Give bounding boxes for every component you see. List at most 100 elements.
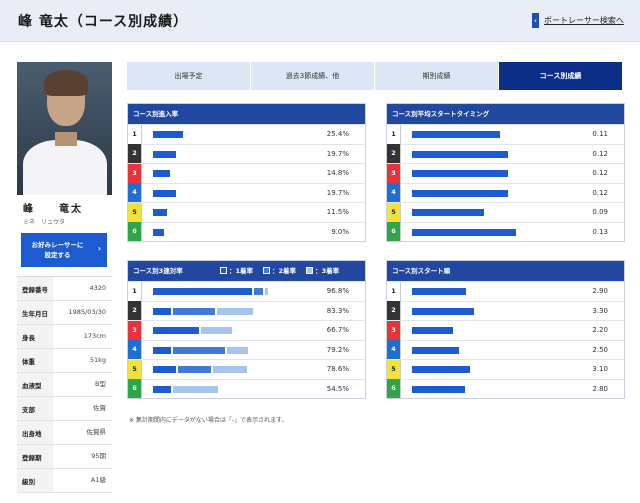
tab-2[interactable]: 過去3節成績、他 [251,62,375,90]
info-value: 95期 [53,445,112,468]
info-row: 支部 佐賀 [17,397,112,421]
tab-4[interactable]: コース別成績 [499,62,623,90]
panel-row: 1 25.4% [128,124,365,144]
legend-swatch [263,267,271,274]
bar-value: 0.12 [592,169,608,177]
value-bar [153,189,177,197]
lane-number: 1 [387,281,401,301]
bar-track [412,366,471,373]
bar-track [153,327,232,334]
bar-value: 54.5% [326,384,349,393]
info-key: 支部 [22,405,35,414]
lane-number: 6 [128,222,142,242]
bar-value: 2.80 [592,384,608,393]
bar-track [412,346,459,354]
info-key: 登録番号 [22,285,48,294]
value-bar [412,150,508,158]
info-value: 173cm [53,325,112,348]
course-start-timing-panel: コース別平均スタートタイミング 1 0.11 2 0.12 3 0.12 4 0.12 5 0.0… [386,103,625,242]
info-key: 身長 [22,333,35,342]
bar-track [412,150,508,158]
bar-value: 3.30 [592,306,608,315]
first-place-bar [153,307,172,315]
tab-1[interactable]: 出場予定 [127,62,251,90]
info-value: 51kg [53,349,112,372]
bar-value: 19.7% [326,188,349,197]
panel-row: 4 0.12 [387,182,624,203]
value-bar [412,209,484,216]
third-place-bar [201,327,232,334]
panel-title: コース別進入率 [128,104,365,124]
third-place-bar [173,385,218,393]
legend-item: ：2着率 [263,261,296,281]
panel-header: コース別3連対率 ：1着率 ：2着率 ：3着率 [128,261,365,281]
bar-track [153,288,269,295]
page-title: 峰 竜太（コース別成績） [18,14,189,30]
panel-row: 2 0.12 [387,143,624,164]
bar-value: 66.7% [326,326,349,334]
panel-row: 6 9.0% [128,221,365,242]
lane-number: 1 [387,124,401,144]
info-key: 生年月日 [22,309,48,318]
racer-profile: 峰 竜太 ミネ リュウタ お好みレーサーに 設定する › 登録番号 4320 生年月… [17,62,112,493]
panel-row: 2 19.7% [128,143,365,164]
bar-value: 0.09 [592,208,608,216]
tab-3[interactable]: 期別成績 [375,62,499,90]
tab-bar: 出場予定 過去3節成績、他 期別成績 コース別成績 [127,62,623,90]
value-bar [412,346,459,354]
value-bar [153,170,171,177]
info-value: 佐賀県 [53,421,112,444]
second-place-bar [173,307,215,315]
panel-row: 6 2.80 [387,378,624,399]
bar-track [412,307,474,315]
bar-value: 0.11 [592,130,608,138]
lane-number: 4 [128,340,142,360]
lane-number: 1 [128,281,142,301]
info-key: 出身地 [22,429,42,438]
racer-photo [17,62,112,195]
chevron-left-icon: ‹ [532,13,539,28]
info-value: 4320 [53,277,112,300]
racer-info-table: 登録番号 4320 生年月日 1985/03/30 身長 173cm 体重 51kg 血液型 B型… [17,276,112,493]
panel-row: 3 2.20 [387,320,624,340]
lane-number: 2 [387,301,401,321]
bar-track [153,131,183,138]
legend-swatch [306,267,314,274]
lane-number: 2 [387,144,401,164]
panel-title: コース別スタート順 [387,261,624,281]
panel-row: 3 14.8% [128,163,365,183]
lane-number: 6 [128,379,142,399]
value-bar [412,307,474,315]
bar-track [153,366,248,373]
value-bar [412,288,467,295]
racer-kana: ミネ リュウタ [23,219,66,226]
info-value: 1985/03/30 [53,301,112,324]
third-place-bar [213,366,248,373]
bar-track [412,228,516,236]
panel-row: 3 0.12 [387,163,624,183]
bar-value: 11.5% [326,208,349,216]
bar-track [412,385,465,393]
lane-number: 6 [387,379,401,399]
info-row: 級別 A1級 [17,469,112,493]
course-entry-rate-panel: コース別進入率 1 25.4% 2 19.7% 3 14.8% 4 19.7% 5 11.5% 6 9… [127,103,366,242]
back-link-label[interactable]: ボートレーサー検索へ [544,15,624,26]
panel-row: 1 2.90 [387,281,624,301]
value-bar [412,366,471,373]
second-place-bar [178,366,212,373]
first-place-bar [153,385,172,393]
lane-number: 3 [128,163,142,183]
panel-row: 2 3.30 [387,300,624,321]
second-place-bar [253,288,264,295]
back-to-search-link[interactable]: ‹ ボートレーサー検索へ [532,13,624,28]
lane-number: 4 [128,183,142,203]
lane-number: 5 [387,359,401,379]
bar-track [412,288,467,295]
first-place-bar [153,366,176,373]
bar-value: 83.3% [326,306,349,315]
set-favorite-button[interactable]: お好みレーサーに 設定する › [21,233,107,267]
panel-row: 6 0.13 [387,221,624,242]
first-place-bar [153,327,199,334]
panel-row: 5 0.09 [387,202,624,222]
lane-number: 4 [387,340,401,360]
